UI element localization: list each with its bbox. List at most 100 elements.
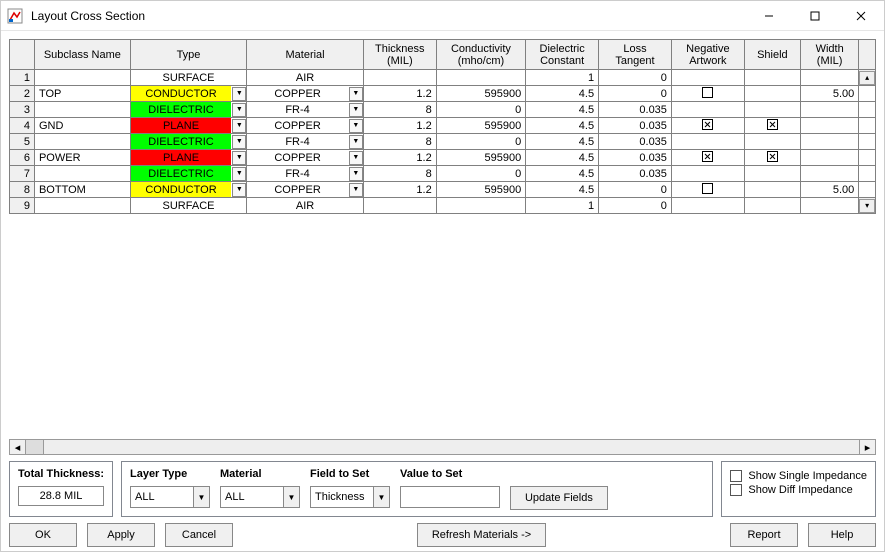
help-button[interactable]: Help xyxy=(808,523,876,547)
cell-thickness[interactable]: 8 xyxy=(363,102,436,118)
row-number[interactable]: 7 xyxy=(10,166,35,182)
cell-width[interactable] xyxy=(800,118,858,134)
cell-loss-tangent[interactable]: 0.035 xyxy=(599,150,672,166)
dropdown-icon[interactable]: ▼ xyxy=(349,103,363,117)
cell-subclass[interactable] xyxy=(34,198,130,214)
row-number[interactable]: 8 xyxy=(10,182,35,198)
row-number[interactable]: 5 xyxy=(10,134,35,150)
refresh-materials-button[interactable]: Refresh Materials -> xyxy=(417,523,546,547)
update-fields-button[interactable]: Update Fields xyxy=(510,486,608,510)
dropdown-icon[interactable]: ▼ xyxy=(349,167,363,181)
horizontal-scrollbar[interactable]: ◂ ▸ xyxy=(9,439,876,455)
cell-type[interactable]: CONDUCTOR▼ xyxy=(130,182,247,198)
material-combo[interactable]: ALL ▼ xyxy=(220,486,300,508)
cell-shield[interactable] xyxy=(744,150,800,166)
vertical-scrollbar-cell[interactable] xyxy=(859,134,876,150)
checkbox-checked-icon[interactable] xyxy=(702,119,713,130)
cell-conductivity[interactable]: 0 xyxy=(436,166,526,182)
cell-loss-tangent[interactable]: 0 xyxy=(599,70,672,86)
th-type[interactable]: Type xyxy=(130,40,247,70)
show-single-impedance[interactable]: Show Single Impedance xyxy=(730,470,867,482)
cell-negative-artwork[interactable] xyxy=(671,150,744,166)
dropdown-icon[interactable]: ▼ xyxy=(232,103,246,117)
apply-button[interactable]: Apply xyxy=(87,523,155,547)
th-dielectric-constant[interactable]: Dielectric Constant xyxy=(526,40,599,70)
cell-negative-artwork[interactable] xyxy=(671,86,744,102)
checkbox-checked-icon[interactable] xyxy=(767,151,778,162)
cell-dielectric-constant[interactable]: 1 xyxy=(526,70,599,86)
cell-subclass[interactable]: BOTTOM xyxy=(34,182,130,198)
cell-type[interactable]: PLANE▼ xyxy=(130,150,247,166)
cell-thickness[interactable] xyxy=(363,70,436,86)
dropdown-icon[interactable]: ▼ xyxy=(349,151,363,165)
cell-conductivity[interactable]: 0 xyxy=(436,102,526,118)
cell-width[interactable] xyxy=(800,102,858,118)
cell-material[interactable]: COPPER▼ xyxy=(247,118,364,134)
row-number[interactable]: 3 xyxy=(10,102,35,118)
cell-conductivity[interactable] xyxy=(436,70,526,86)
dropdown-icon[interactable]: ▼ xyxy=(232,119,246,133)
cell-thickness[interactable]: 1.2 xyxy=(363,182,436,198)
cell-width[interactable] xyxy=(800,198,858,214)
cell-loss-tangent[interactable]: 0 xyxy=(599,198,672,214)
cell-thickness[interactable]: 1.2 xyxy=(363,150,436,166)
dropdown-icon[interactable]: ▼ xyxy=(232,183,246,197)
field-to-set-combo[interactable]: Thickness ▼ xyxy=(310,486,390,508)
value-to-set-input[interactable] xyxy=(400,486,500,508)
th-shield[interactable]: Shield xyxy=(744,40,800,70)
cell-conductivity[interactable]: 595900 xyxy=(436,118,526,134)
cell-shield[interactable] xyxy=(744,118,800,134)
close-button[interactable] xyxy=(838,1,884,31)
cell-dielectric-constant[interactable]: 4.5 xyxy=(526,166,599,182)
dropdown-icon[interactable]: ▼ xyxy=(349,183,363,197)
vertical-scrollbar-cell[interactable]: ▴ xyxy=(859,70,876,86)
cell-material[interactable]: FR-4▼ xyxy=(247,102,364,118)
h-scroll-track[interactable] xyxy=(26,440,859,454)
cell-subclass[interactable] xyxy=(34,70,130,86)
dropdown-icon[interactable]: ▼ xyxy=(232,135,246,149)
cancel-button[interactable]: Cancel xyxy=(165,523,233,547)
row-number[interactable]: 9 xyxy=(10,198,35,214)
cell-loss-tangent[interactable]: 0.035 xyxy=(599,134,672,150)
scroll-down-icon[interactable]: ▾ xyxy=(859,199,875,213)
cell-type[interactable]: DIELECTRIC▼ xyxy=(130,102,247,118)
row-number[interactable]: 2 xyxy=(10,86,35,102)
vertical-scrollbar-cell[interactable] xyxy=(859,118,876,134)
th-conductivity[interactable]: Conductivity (mho/cm) xyxy=(436,40,526,70)
maximize-button[interactable] xyxy=(792,1,838,31)
cell-conductivity[interactable]: 0 xyxy=(436,134,526,150)
row-number[interactable]: 4 xyxy=(10,118,35,134)
cell-dielectric-constant[interactable]: 1 xyxy=(526,198,599,214)
minimize-button[interactable] xyxy=(746,1,792,31)
cell-material[interactable]: COPPER▼ xyxy=(247,150,364,166)
checkbox-unchecked-icon[interactable] xyxy=(702,87,713,98)
show-diff-impedance[interactable]: Show Diff Impedance xyxy=(730,484,867,496)
vertical-scrollbar-cell[interactable] xyxy=(859,150,876,166)
cell-width[interactable]: 5.00 xyxy=(800,86,858,102)
cell-material[interactable]: COPPER▼ xyxy=(247,86,364,102)
cell-thickness[interactable]: 1.2 xyxy=(363,118,436,134)
row-number[interactable]: 6 xyxy=(10,150,35,166)
cell-loss-tangent[interactable]: 0.035 xyxy=(599,102,672,118)
cell-width[interactable]: 5.00 xyxy=(800,182,858,198)
cell-negative-artwork[interactable] xyxy=(671,182,744,198)
cell-loss-tangent[interactable]: 0.035 xyxy=(599,166,672,182)
ok-button[interactable]: OK xyxy=(9,523,77,547)
cell-loss-tangent[interactable]: 0.035 xyxy=(599,118,672,134)
cell-negative-artwork[interactable] xyxy=(671,118,744,134)
cell-type[interactable]: DIELECTRIC▼ xyxy=(130,166,247,182)
cell-thickness[interactable]: 8 xyxy=(363,166,436,182)
cell-dielectric-constant[interactable]: 4.5 xyxy=(526,150,599,166)
cell-width[interactable] xyxy=(800,134,858,150)
dropdown-icon[interactable]: ▼ xyxy=(232,167,246,181)
cell-width[interactable] xyxy=(800,70,858,86)
cell-dielectric-constant[interactable]: 4.5 xyxy=(526,86,599,102)
dropdown-icon[interactable]: ▼ xyxy=(232,151,246,165)
cell-type[interactable]: DIELECTRIC▼ xyxy=(130,134,247,150)
th-loss-tangent[interactable]: Loss Tangent xyxy=(599,40,672,70)
h-scroll-thumb[interactable] xyxy=(26,440,44,454)
cell-thickness[interactable]: 1.2 xyxy=(363,86,436,102)
cell-thickness[interactable] xyxy=(363,198,436,214)
layer-type-combo[interactable]: ALL ▼ xyxy=(130,486,210,508)
cell-type[interactable]: CONDUCTOR▼ xyxy=(130,86,247,102)
